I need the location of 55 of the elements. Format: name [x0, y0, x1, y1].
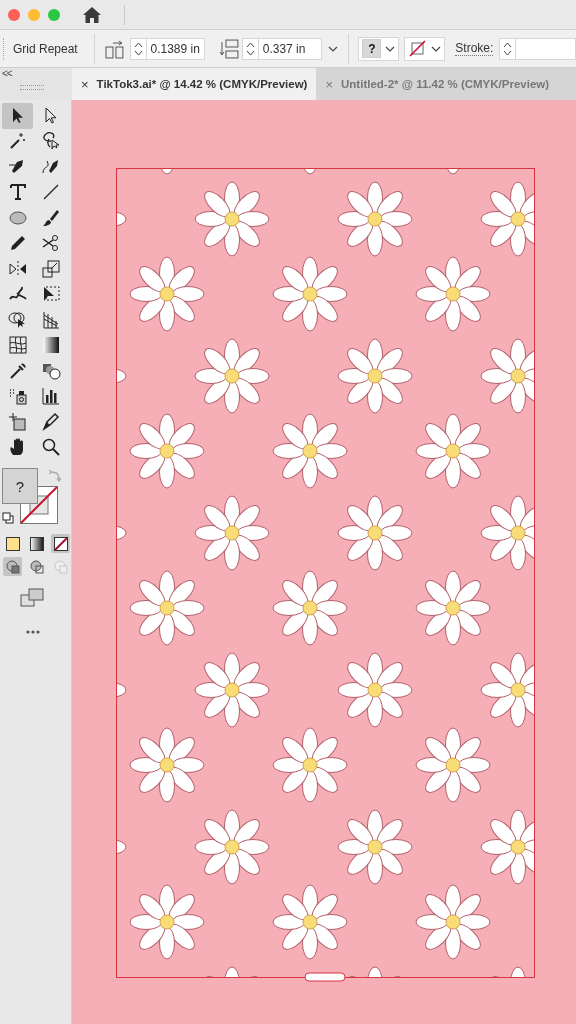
control-bar-title: Grid Repeat — [13, 41, 78, 56]
horizontal-spacing-field[interactable]: 0.1389 in — [146, 37, 205, 60]
scissors-icon — [40, 233, 61, 254]
lasso-icon — [40, 131, 61, 152]
scale-icon — [40, 258, 61, 279]
color-mode-button[interactable] — [3, 534, 22, 553]
screen-mode-icon[interactable] — [20, 588, 44, 608]
close-tab-button[interactable]: × — [81, 76, 89, 92]
color-mode-icon — [4, 535, 21, 552]
chevron-down-icon[interactable] — [431, 45, 442, 52]
gradient-mode-icon — [28, 535, 45, 552]
gradient-icon — [40, 335, 61, 356]
stroke-weight-field[interactable] — [516, 37, 576, 60]
document-tab[interactable]: × TikTok3.ai* @ 14.42 % (CMYK/Preview) — [72, 68, 317, 100]
draw-mode-button[interactable] — [27, 557, 46, 576]
stepper-icon — [503, 40, 513, 57]
chevron-down-icon[interactable] — [328, 45, 339, 52]
stepper-arrows[interactable] — [129, 37, 147, 60]
artboard-icon — [7, 411, 28, 432]
stepper-arrows[interactable] — [241, 37, 259, 60]
stepper-icon — [245, 40, 255, 57]
fill-dropdown[interactable]: ? — [358, 36, 400, 61]
tab-title: Untitled-2* @ 11.42 % (CMYK/Preview) — [341, 78, 550, 90]
draw-behind-icon — [29, 559, 44, 574]
color-mode-button[interactable] — [51, 534, 70, 553]
fill-swatch[interactable]: ? — [2, 468, 38, 504]
mesh-icon — [7, 335, 28, 356]
column-graph-icon — [40, 386, 61, 407]
stepper-arrows[interactable] — [499, 37, 517, 60]
color-mode-button[interactable] — [27, 534, 46, 553]
no-stroke-icon — [408, 39, 428, 58]
draw-mode-button[interactable] — [3, 557, 22, 576]
vertical-spacing-icon — [218, 38, 239, 59]
tile-resize-handle[interactable] — [304, 972, 346, 982]
slice-icon — [40, 411, 61, 432]
default-colors-icon[interactable] — [2, 512, 14, 524]
no-fill-icon — [52, 535, 69, 552]
symbol-sprayer-icon — [7, 386, 28, 407]
stroke-dropdown[interactable] — [404, 36, 446, 61]
type-icon — [7, 182, 28, 203]
draw-normal-icon — [5, 559, 20, 574]
more-tools-icon[interactable] — [26, 630, 40, 634]
home-icon[interactable] — [82, 5, 102, 24]
stepper-icon — [133, 40, 143, 57]
tab-title: TikTok3.ai* @ 14.42 % (CMYK/Preview) — [96, 78, 308, 90]
chevron-down-icon[interactable] — [385, 45, 396, 52]
perspective-grid-icon — [40, 309, 61, 330]
horizontal-spacing-icon — [104, 38, 125, 59]
vertical-spacing-field[interactable]: 0.337 in — [258, 37, 323, 60]
draw-inside-icon — [53, 559, 68, 574]
collapse-toggle[interactable]: << — [2, 68, 12, 79]
stroke-label[interactable]: Stroke: — [455, 41, 494, 56]
zoom-icon — [40, 437, 61, 458]
tool-button[interactable] — [2, 103, 33, 129]
shape-builder-icon — [7, 309, 28, 330]
